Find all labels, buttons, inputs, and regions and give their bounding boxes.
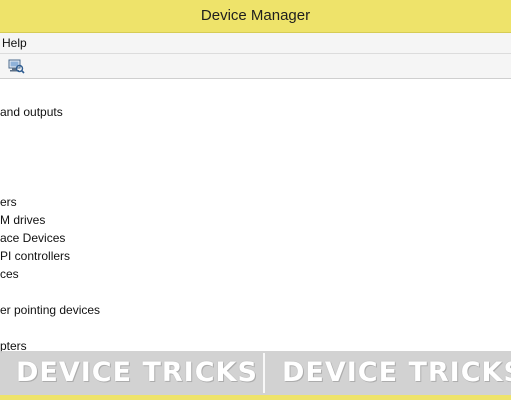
- watermark-text-right: DEVICE TRICKS: [282, 357, 511, 388]
- bottom-border: [0, 395, 511, 400]
- tree-item-human-interface-devices[interactable]: ace Devices: [0, 229, 65, 247]
- title-bar[interactable]: Device Manager: [0, 0, 511, 33]
- device-manager-window: Device Manager Help and outputs ers M dr…: [0, 0, 511, 400]
- tree-item-audio-inputs-and-outputs[interactable]: and outputs: [0, 103, 63, 121]
- tree-item-dvd-cd-rom-drives[interactable]: M drives: [0, 211, 45, 229]
- scan-hardware-button[interactable]: [6, 56, 26, 76]
- watermark-text-left: DEVICE TRICKS: [16, 357, 258, 388]
- watermark-divider: [263, 353, 265, 393]
- scan-hardware-icon: [8, 59, 25, 74]
- window-title: Device Manager: [200, 7, 311, 24]
- tree-item-mice-and-other-pointing-devices[interactable]: er pointing devices: [0, 301, 100, 319]
- menu-bar: Help: [0, 33, 511, 54]
- tree-item-ide-atapi-controllers[interactable]: PI controllers: [0, 247, 70, 265]
- tree-item-devices[interactable]: ces: [0, 265, 19, 283]
- watermark-banner: DEVICE TRICKS DEVICE TRICKS: [0, 351, 511, 395]
- toolbar: [0, 54, 511, 79]
- tree-item-disk-drivers[interactable]: ers: [0, 193, 17, 211]
- menu-help[interactable]: Help: [0, 33, 29, 53]
